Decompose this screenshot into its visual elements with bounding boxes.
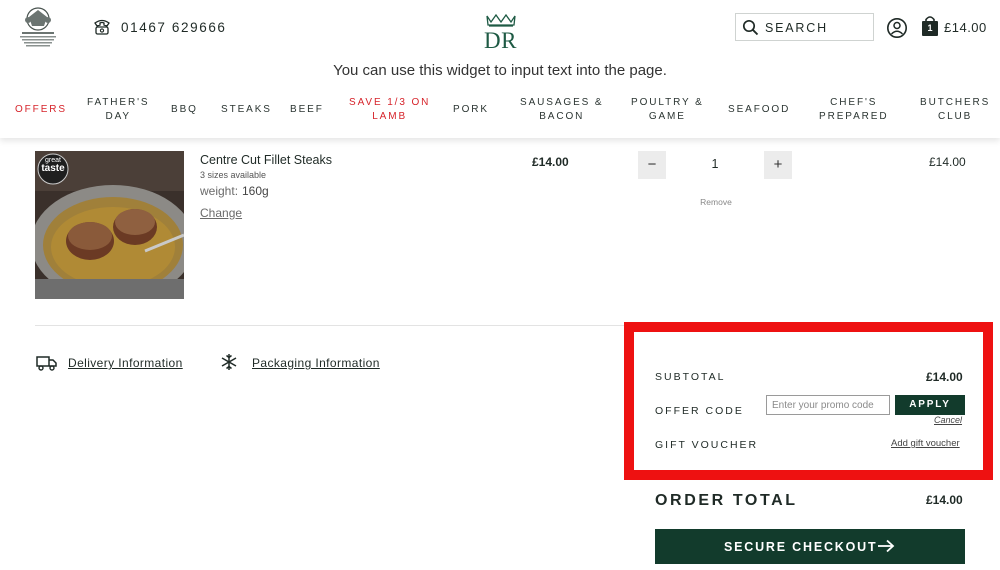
nav-item-sausages-bacon[interactable]: SAUSAGES & BACON (520, 96, 603, 124)
weight-label: weight: (200, 184, 239, 198)
checkout-label[interactable]: SECURE CHECKOUT (724, 540, 877, 554)
offer-code-label: OFFER CODE (655, 405, 744, 417)
product-name[interactable]: Centre Cut Fillet Steaks (200, 153, 332, 167)
telephone-icon (94, 19, 110, 35)
nav-item-save-lamb[interactable]: SAVE 1/3 ON LAMB (349, 96, 430, 124)
apply-promo-button[interactable]: APPLY (895, 395, 965, 415)
delivery-truck-icon (36, 356, 57, 371)
nav-item-pork[interactable]: PORK (453, 103, 489, 117)
order-total-label: ORDER TOTAL (655, 492, 798, 509)
cancel-promo-link[interactable]: Cancel (934, 415, 962, 425)
nav-item-chefs-prepared[interactable]: CHEF'S PREPARED (819, 96, 888, 124)
cart-divider (35, 325, 625, 326)
great-taste-badge-icon: great taste (41, 157, 65, 174)
nav-item-bbq[interactable]: BBQ (171, 103, 198, 117)
account-icon[interactable] (886, 17, 908, 39)
site-header: 01467 629666 DR SEARCH 1 £14.00 You can … (0, 0, 1000, 138)
subtotal-value: £14.00 (926, 370, 963, 384)
weight-value: 160g (242, 184, 269, 198)
product-sizes: 3 sizes available (200, 170, 267, 180)
product-image[interactable]: great taste (35, 151, 184, 299)
arrow-right-icon[interactable] (877, 539, 895, 553)
nav-item-steaks[interactable]: STEAKS (221, 103, 272, 117)
nav-item-beef[interactable]: BEEF (290, 103, 324, 117)
secure-checkout-button[interactable]: SECURE CHECKOUT (655, 529, 965, 564)
search-box[interactable]: SEARCH (735, 13, 874, 41)
nav-item-offers[interactable]: OFFERS (15, 103, 67, 117)
order-total-value: £14.00 (926, 493, 963, 507)
brand-logo-text[interactable]: DR (484, 28, 517, 54)
line-total: £14.00 (929, 155, 966, 169)
remove-item-link[interactable]: Remove (690, 197, 742, 207)
unit-price: £14.00 (532, 155, 569, 169)
nav-item-fathers-day[interactable]: FATHER'S DAY (87, 96, 150, 124)
delivery-information-link[interactable]: Delivery Information (68, 356, 183, 370)
change-size-link[interactable]: Change (200, 206, 242, 220)
basket-count-badge: 1 (927, 23, 933, 33)
search-label[interactable]: SEARCH (765, 21, 828, 35)
quantity-value[interactable]: 1 (700, 157, 730, 171)
snowflake-icon (221, 354, 237, 370)
nav-item-seafood[interactable]: SEAFOOD (728, 103, 790, 117)
promo-code-input[interactable] (766, 395, 890, 415)
subtotal-label: SUBTOTAL (655, 371, 726, 383)
add-gift-voucher-link[interactable]: Add gift voucher (891, 438, 960, 449)
widget-notice: You can use this widget to input text in… (333, 62, 667, 79)
nav-item-poultry-game[interactable]: POULTRY & GAME (631, 96, 704, 124)
nav-item-butchers-club[interactable]: BUTCHERS CLUB (920, 96, 990, 124)
search-icon[interactable] (742, 19, 759, 36)
packaging-information-link[interactable]: Packaging Information (252, 356, 380, 370)
main-navigation: OFFERS FATHER'S DAY BBQ STEAKS BEEF SAVE… (0, 96, 1000, 128)
royal-warrant-crest-icon (20, 7, 56, 47)
gift-voucher-label: GIFT VOUCHER (655, 439, 759, 451)
basket-total[interactable]: £14.00 (944, 20, 987, 35)
quantity-decrease-button[interactable]: − (638, 151, 666, 179)
quantity-increase-button[interactable]: + (764, 151, 792, 179)
phone-number[interactable]: 01467 629666 (121, 20, 227, 35)
